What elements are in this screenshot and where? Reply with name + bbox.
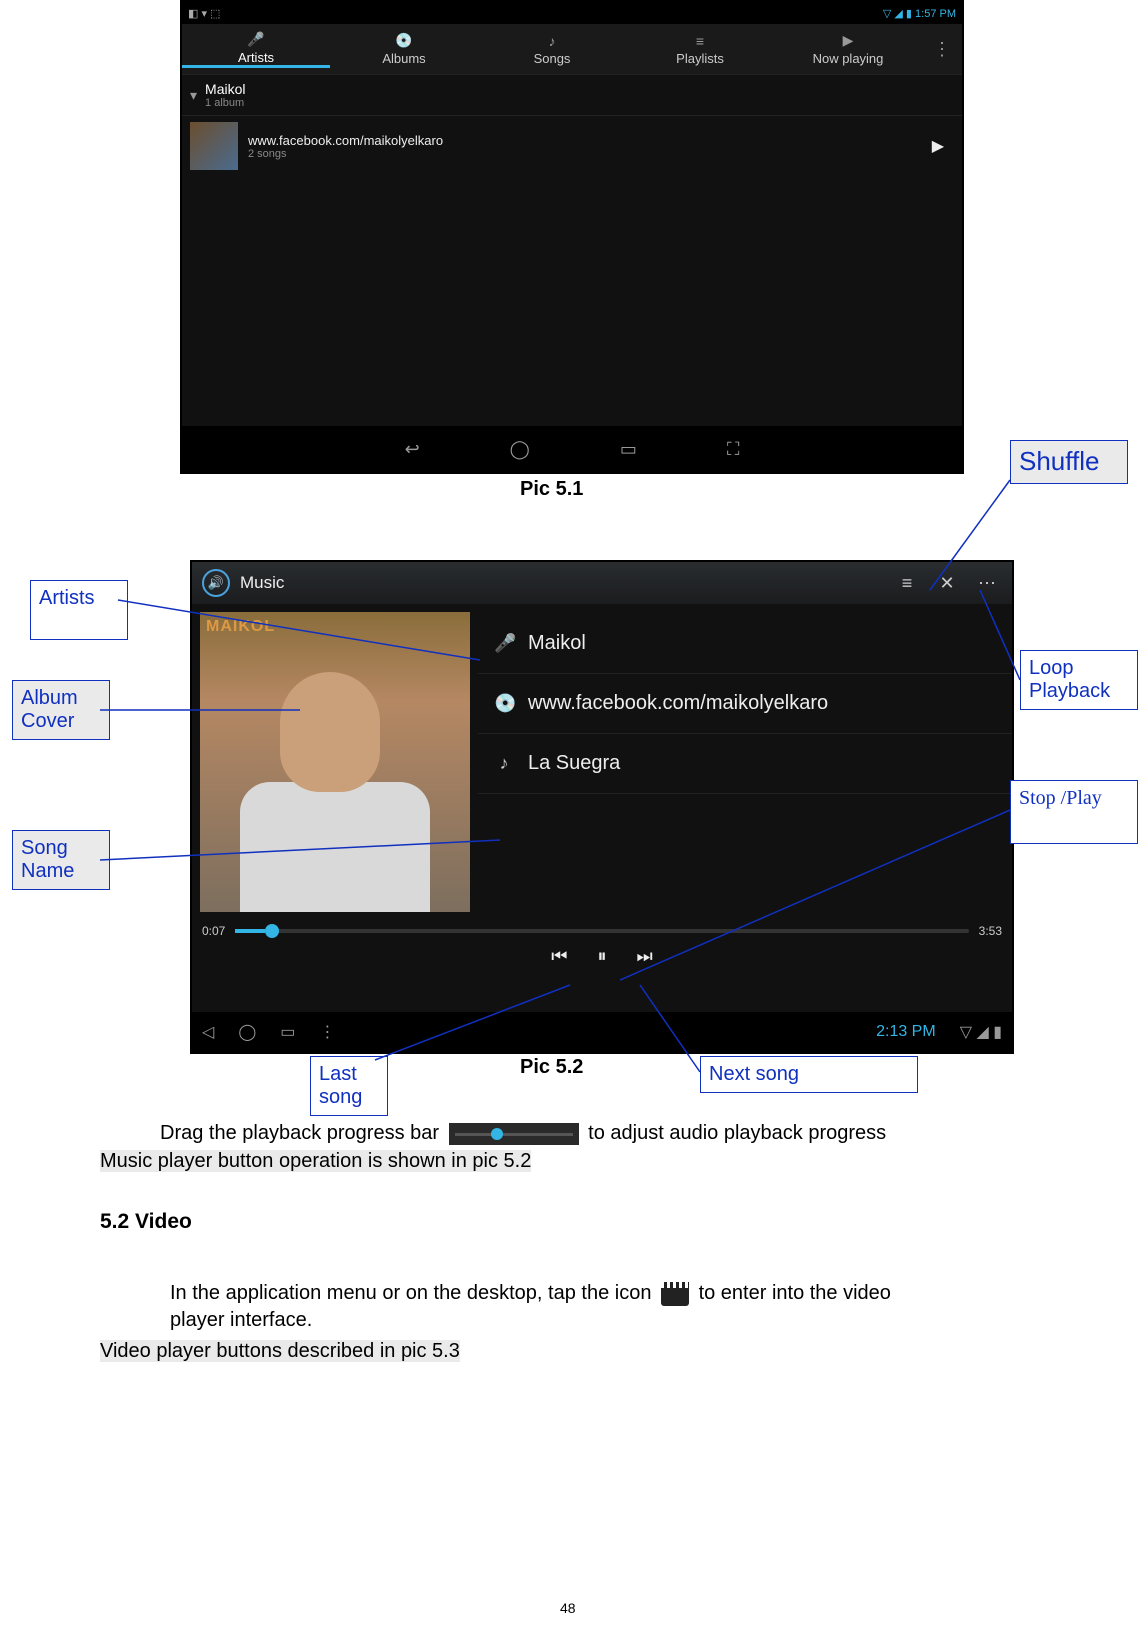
caption-pic-5-2: Pic 5.2 [520, 1056, 583, 1079]
callout-next-song: Next song [700, 1056, 918, 1093]
menu-icon[interactable]: ⋮ [319, 1022, 335, 1042]
tab-songs[interactable]: ♪ Songs [478, 33, 626, 66]
shuffle-icon[interactable]: ✕ [932, 573, 962, 594]
music-top-bar: 🔊 Music ≡ ✕ ⋯ [192, 562, 1012, 604]
album-thumbnail [190, 122, 238, 170]
app-title: Music [240, 573, 284, 593]
track-info-list: 🎤 Maikol 💿 www.facebook.com/maikolyelkar… [478, 604, 1012, 920]
overflow-menu-icon[interactable]: ⋮ [922, 39, 962, 60]
track-artist: Maikol [528, 632, 586, 655]
callout-artists: Artists [30, 580, 128, 640]
screenshot-pic-5-1: ◧ ▾ ⬚ ▽ ◢ ▮ 1:57 PM 🎤 Artists 💿 Albums ♪… [180, 0, 964, 474]
tab-artists[interactable]: 🎤 Artists [182, 31, 330, 68]
tab-label: Artists [238, 50, 274, 65]
screenshot-pic-5-2: 🔊 Music ≡ ✕ ⋯ MAIKOL 🎤 Maikol 💿 www.face… [190, 560, 1014, 1054]
paragraph-music-ops: Music player button operation is shown i… [100, 1148, 1060, 1175]
artist-row[interactable]: ▾ Maikol 1 album [182, 74, 962, 115]
callout-stop-play: Stop /Play [1010, 780, 1138, 844]
progress-knob[interactable] [265, 924, 279, 938]
loop-icon[interactable]: ⋯ [972, 573, 1002, 594]
status-bar: ◧ ▾ ⬚ ▽ ◢ ▮ 1:57 PM [182, 2, 962, 24]
callout-shuffle: Shuffle [1010, 440, 1128, 484]
caption-pic-5-1: Pic 5.1 [520, 478, 583, 501]
video-app-icon [661, 1282, 689, 1306]
artist-subtitle: 1 album [205, 97, 245, 109]
playback-controls: ⏮ ⏸ ⏭ [192, 942, 1012, 973]
progress-bar[interactable] [235, 929, 968, 933]
speaker-icon: 🔊 [202, 569, 230, 597]
album-subtitle: 2 songs [248, 148, 443, 160]
status-right: ▽ ◢ ▮ 1:57 PM [883, 7, 956, 20]
note-icon: ♪ [549, 33, 556, 49]
artist-name: Maikol [205, 81, 245, 97]
album-row[interactable]: www.facebook.com/maikolyelkaro 2 songs ▶ [182, 115, 962, 176]
mic-icon: 🎤 [247, 31, 264, 48]
track-artist-row[interactable]: 🎤 Maikol [478, 614, 1012, 674]
list-icon: ≡ [696, 33, 704, 49]
home-icon[interactable]: ◯ [238, 1022, 256, 1042]
track-album-row[interactable]: 💿 www.facebook.com/maikolyelkaro [478, 674, 1012, 734]
cover-brand-text: MAIKOL [206, 618, 275, 636]
previous-button[interactable]: ⏮ [551, 946, 567, 967]
play-icon: ▶ [843, 32, 854, 49]
expand-arrow-icon: ▾ [190, 87, 197, 104]
total-time: 3:53 [979, 924, 1002, 938]
tab-label: Albums [382, 51, 425, 66]
list-view-icon[interactable]: ≡ [892, 573, 922, 594]
tab-label: Songs [534, 51, 571, 66]
album-cover: MAIKOL [200, 612, 470, 912]
note-icon: ♪ [494, 753, 514, 774]
system-nav-bar: ↩ ◯ ▭ ⛶ [182, 426, 962, 472]
callout-last-song: Last song [310, 1056, 388, 1116]
disc-icon: 💿 [494, 693, 514, 714]
status-left: ◧ ▾ ⬚ [188, 7, 220, 20]
track-album: www.facebook.com/maikolyelkaro [528, 692, 828, 715]
tab-now-playing[interactable]: ▶ Now playing [774, 32, 922, 66]
callout-album-cover: Album Cover [12, 680, 110, 740]
recents-icon[interactable]: ▭ [620, 439, 637, 460]
paragraph-drag: Drag the playback progress bar to adjust… [160, 1120, 1080, 1147]
elapsed-time: 0:07 [202, 924, 225, 938]
callout-song-name: Song Name [12, 830, 110, 890]
home-icon[interactable]: ◯ [510, 439, 530, 460]
paragraph-video: In the application menu or on the deskto… [170, 1280, 1100, 1334]
tab-playlists[interactable]: ≡ Playlists [626, 33, 774, 66]
system-clock: 2:13 PM [876, 1023, 936, 1041]
track-song: La Suegra [528, 752, 620, 775]
status-icons: ▽ ◢ ▮ [960, 1022, 1002, 1042]
track-song-row[interactable]: ♪ La Suegra [478, 734, 1012, 794]
back-icon[interactable]: ↩ [405, 439, 420, 460]
play-pause-button[interactable]: ⏸ [598, 946, 607, 967]
tab-albums[interactable]: 💿 Albums [330, 32, 478, 66]
progress-row: 0:07 3:53 [192, 920, 1012, 942]
disc-icon: 💿 [395, 32, 412, 49]
recents-icon[interactable]: ▭ [280, 1022, 295, 1042]
system-bar: ◁ ◯ ▭ ⋮ 2:13 PM ▽ ◢ ▮ [192, 1012, 1012, 1052]
album-title: www.facebook.com/maikolyelkaro [248, 133, 443, 148]
next-button[interactable]: ⏭ [637, 946, 653, 967]
play-button-icon[interactable]: ▶ [932, 136, 954, 156]
mic-icon: 🎤 [494, 633, 514, 654]
heading-video: 5.2 Video [100, 1210, 192, 1234]
tab-label: Now playing [813, 51, 884, 66]
page-number: 48 [560, 1600, 576, 1616]
paragraph-video-ops: Video player buttons described in pic 5.… [100, 1338, 1060, 1365]
inline-progress-icon [449, 1123, 579, 1145]
back-icon[interactable]: ◁ [202, 1022, 214, 1042]
tab-label: Playlists [676, 51, 724, 66]
screenshot-icon[interactable]: ⛶ [727, 439, 740, 460]
callout-loop-playback: Loop Playback [1020, 650, 1138, 710]
tab-bar: 🎤 Artists 💿 Albums ♪ Songs ≡ Playlists ▶… [182, 24, 962, 74]
